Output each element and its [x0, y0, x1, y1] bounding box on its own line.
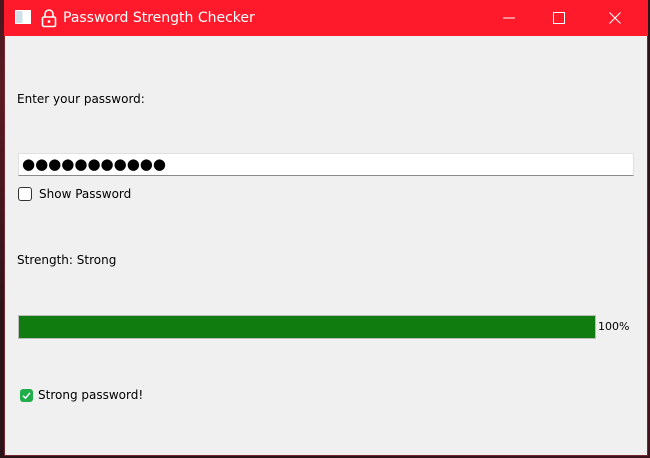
- verdict-label: Strong password!: [38, 388, 144, 402]
- window-title: Password Strength Checker: [63, 10, 255, 26]
- maximize-icon: [553, 12, 565, 24]
- show-password-label[interactable]: Show Password: [39, 187, 131, 201]
- password-prompt-label: Enter your password:: [17, 92, 145, 106]
- window-app-icon: [15, 10, 31, 24]
- check-icon: [20, 388, 33, 402]
- minimize-icon: [503, 17, 515, 19]
- show-password-checkbox[interactable]: Show Password: [18, 185, 131, 203]
- maximize-button[interactable]: [536, 0, 582, 36]
- padlock-icon: [41, 9, 57, 28]
- app-window: Password Strength Checker Enter your pas…: [4, 0, 648, 456]
- title-bar[interactable]: Password Strength Checker: [4, 0, 648, 36]
- close-button[interactable]: [592, 0, 638, 36]
- strength-label: Strength: Strong: [17, 253, 117, 267]
- desktop-background: Password Strength Checker Enter your pas…: [0, 0, 650, 458]
- strength-progress-bar: [18, 315, 596, 339]
- checkbox-unchecked-icon[interactable]: [18, 187, 32, 201]
- verdict-row: Strong password!: [20, 387, 143, 403]
- close-icon: [609, 12, 621, 24]
- minimize-button[interactable]: [486, 0, 532, 36]
- password-input[interactable]: ●●●●●●●●●●●: [18, 153, 634, 176]
- strength-progress-fill: [19, 316, 595, 338]
- strength-percent-label: 100%: [598, 320, 630, 333]
